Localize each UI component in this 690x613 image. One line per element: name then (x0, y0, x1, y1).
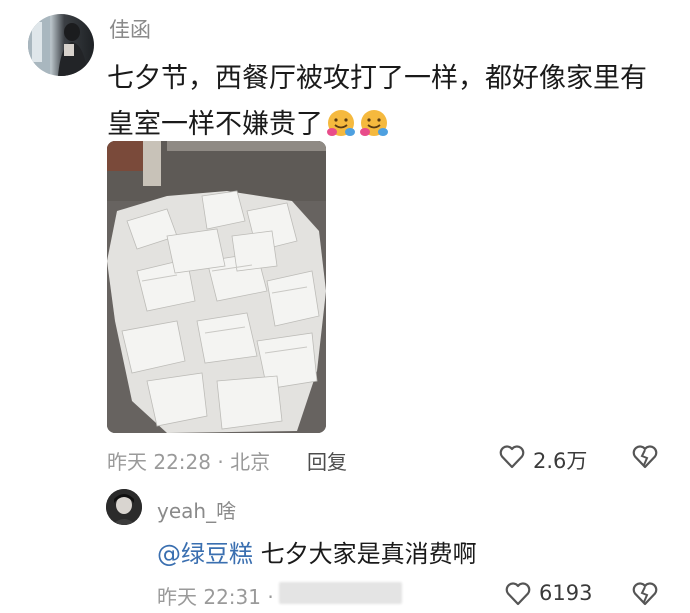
mention-link[interactable]: @绿豆糕 (157, 540, 253, 568)
reply-like-count: 6193 (539, 581, 593, 605)
reply-username[interactable]: yeah_啥 (157, 495, 236, 524)
reply-time: 昨天 22:31 · (157, 585, 274, 609)
hugging-face-emoji-icon (359, 107, 389, 137)
reply-button[interactable]: 回复 (307, 446, 347, 475)
like-count: 2.6万 (533, 449, 588, 473)
reply-avatar[interactable] (106, 489, 142, 525)
comment-text: 七夕节，西餐厅被攻打了一样，都好像家里有皇室一样不嫌贵了 (107, 56, 667, 148)
reply-body: 七夕大家是真消费啊 (260, 540, 477, 568)
comment-time-location: 昨天 22:28 · 北京 (107, 450, 271, 474)
reply-text: @绿豆糕 七夕大家是真消费啊 (157, 534, 477, 569)
heart-outline-icon[interactable] (497, 441, 527, 471)
hugging-face-emoji-icon (326, 107, 356, 137)
broken-heart-icon[interactable] (630, 441, 660, 471)
broken-heart-icon[interactable] (630, 578, 660, 608)
heart-outline-icon[interactable] (503, 578, 533, 608)
censored-location (279, 582, 402, 604)
avatar[interactable] (28, 14, 94, 76)
username[interactable]: 佳函 (109, 14, 151, 44)
comment-photo[interactable] (107, 141, 326, 433)
